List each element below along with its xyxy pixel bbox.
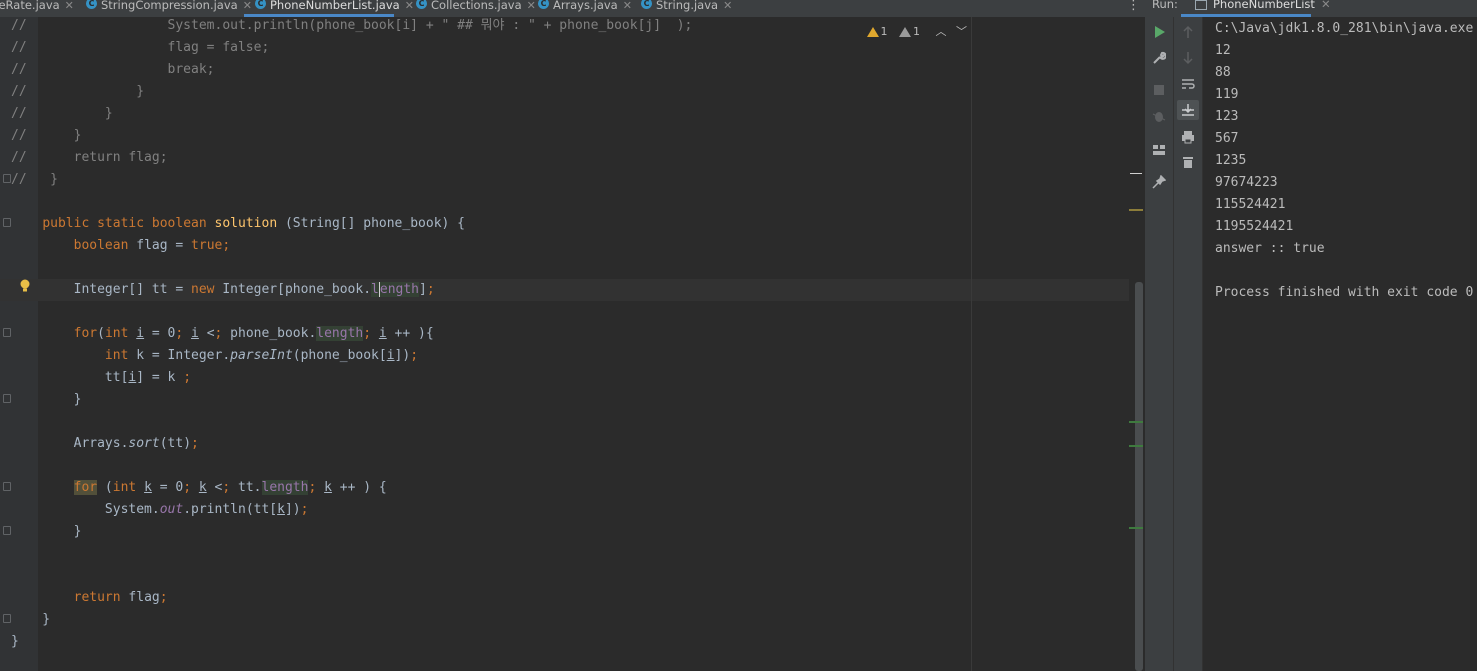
close-icon[interactable]: ✕ (405, 0, 414, 12)
fold-marker[interactable] (3, 328, 11, 337)
pin-icon[interactable] (1152, 175, 1166, 189)
chevron-down-icon[interactable]: ﹀ (956, 25, 967, 38)
console-line: 97674223 (1215, 175, 1278, 190)
tab-label: Arrays.java (553, 0, 618, 12)
run-tool-window-header: Run: PhoneNumberList ✕ (1145, 0, 1477, 18)
code-line: System.out.println(tt[k]); (11, 502, 309, 517)
console-output[interactable]: C:\Java\jdk1.8.0_281\bin\java.exe 12 88 … (1203, 17, 1477, 671)
fold-marker[interactable] (3, 394, 11, 403)
close-icon[interactable]: ✕ (527, 0, 536, 12)
run-toolbar (1145, 17, 1174, 671)
rerun-icon[interactable] (1152, 25, 1166, 39)
tab-label: reRate.java (0, 0, 60, 12)
code-line: // } (11, 106, 113, 121)
code-line: } (11, 392, 82, 407)
close-icon[interactable]: ✕ (623, 0, 632, 12)
fold-marker[interactable] (3, 218, 11, 227)
change-marker[interactable] (1129, 527, 1143, 529)
java-class-icon: C (641, 0, 652, 9)
fold-marker[interactable] (3, 526, 11, 535)
arrow-up-icon[interactable] (1181, 25, 1195, 39)
console-icon (1195, 0, 1207, 10)
text-caret (378, 282, 380, 297)
close-icon[interactable]: ✕ (65, 0, 74, 12)
console-line: 1235 (1215, 153, 1247, 168)
code-line: int k = Integer.parseInt(phone_book[i]); (104, 348, 419, 363)
tab-label: PhoneNumberList.java (270, 0, 400, 12)
code-line: for (int k = 0; k <; tt.length; k ++ ) { (73, 480, 387, 495)
debug-icon[interactable] (1152, 109, 1166, 123)
fold-marker[interactable] (3, 174, 11, 183)
change-marker[interactable] (1129, 445, 1143, 447)
console-line: 567 (1215, 131, 1239, 146)
code-line: // } (11, 172, 58, 187)
run-tab[interactable]: PhoneNumberList ✕ (1195, 0, 1331, 11)
run-tab-label: PhoneNumberList (1213, 0, 1315, 11)
soft-wrap-icon[interactable] (1181, 77, 1195, 91)
chevron-up-icon[interactable]: ︿ (936, 25, 947, 38)
code-line: tt[i] = k ; (11, 370, 192, 385)
code-line: } (11, 524, 82, 539)
stop-icon[interactable] (1152, 83, 1166, 97)
layout-icon[interactable] (1152, 143, 1166, 157)
console-line-exit: Process finished with exit code 0 (1215, 285, 1474, 300)
console-line: 88 (1215, 65, 1231, 80)
close-icon[interactable]: ✕ (723, 0, 732, 12)
warning-count: 1 (880, 25, 888, 38)
scroll-to-end-icon[interactable] (1181, 103, 1195, 117)
code-line-method-signature: public static boolean solution (String[]… (42, 216, 465, 231)
java-class-icon: C (416, 0, 427, 9)
code-line: // return flag; (11, 150, 168, 165)
fold-marker[interactable] (3, 482, 11, 491)
code-line-current: Integer[] tt = new Integer[phone_book.le… (11, 282, 435, 297)
tab-label: StringCompression.java (101, 0, 238, 12)
tab-label: Collections.java (431, 0, 522, 12)
code-line: Arrays.sort(tt); (11, 436, 199, 451)
close-icon[interactable]: ✕ (1321, 0, 1331, 11)
code-line: boolean flag = true; (73, 238, 231, 253)
print-icon[interactable] (1181, 130, 1195, 144)
inspection-widget[interactable]: 1 1 ︿ ﹀ (866, 23, 967, 39)
more-tabs-icon[interactable]: ⋮ (1127, 0, 1140, 13)
code-line: } (11, 634, 19, 649)
code-line: // } (11, 128, 82, 143)
code-line: for(int i = 0; i <; phone_book.length; i… (73, 326, 434, 341)
console-line: 119 (1215, 87, 1239, 102)
console-line-command: C:\Java\jdk1.8.0_281\bin\java.exe (1215, 21, 1474, 36)
warning-icon (866, 27, 879, 37)
code-line: return flag; (73, 590, 168, 605)
change-marker[interactable] (1129, 421, 1143, 423)
java-class-icon: C (255, 0, 266, 9)
fold-marker[interactable] (3, 614, 11, 623)
code-line: // flag = false; (11, 40, 270, 55)
tab-label: String.java (656, 0, 719, 12)
code-line: // } (11, 84, 145, 99)
console-line: answer :: true (1215, 241, 1325, 256)
java-class-icon: C (86, 0, 97, 9)
arrow-down-icon[interactable] (1181, 51, 1195, 65)
console-line: 1195524421 (1215, 219, 1294, 234)
code-line: } (11, 612, 51, 627)
console-line: 115524421 (1215, 197, 1286, 212)
warning-marker[interactable] (1129, 209, 1143, 211)
scrollbar-thumb[interactable] (1135, 282, 1143, 671)
weak-warning-count: 1 (913, 25, 920, 38)
right-margin-guide (971, 17, 972, 671)
wrench-icon[interactable] (1152, 51, 1166, 65)
code-line: // break; (11, 62, 215, 77)
code-editor[interactable]: // System.out.println(phone_book[i] + " … (0, 17, 1145, 671)
trash-icon[interactable] (1181, 155, 1195, 169)
weak-warning-icon (899, 27, 911, 37)
console-line: 12 (1215, 43, 1231, 58)
java-class-icon: C (538, 0, 549, 9)
run-label: Run: (1152, 0, 1178, 11)
caret-marker (1130, 173, 1142, 174)
console-line: 123 (1215, 109, 1239, 124)
code-line: // System.out.println(phone_book[i] + " … (11, 18, 693, 33)
console-toolbar (1174, 17, 1203, 671)
